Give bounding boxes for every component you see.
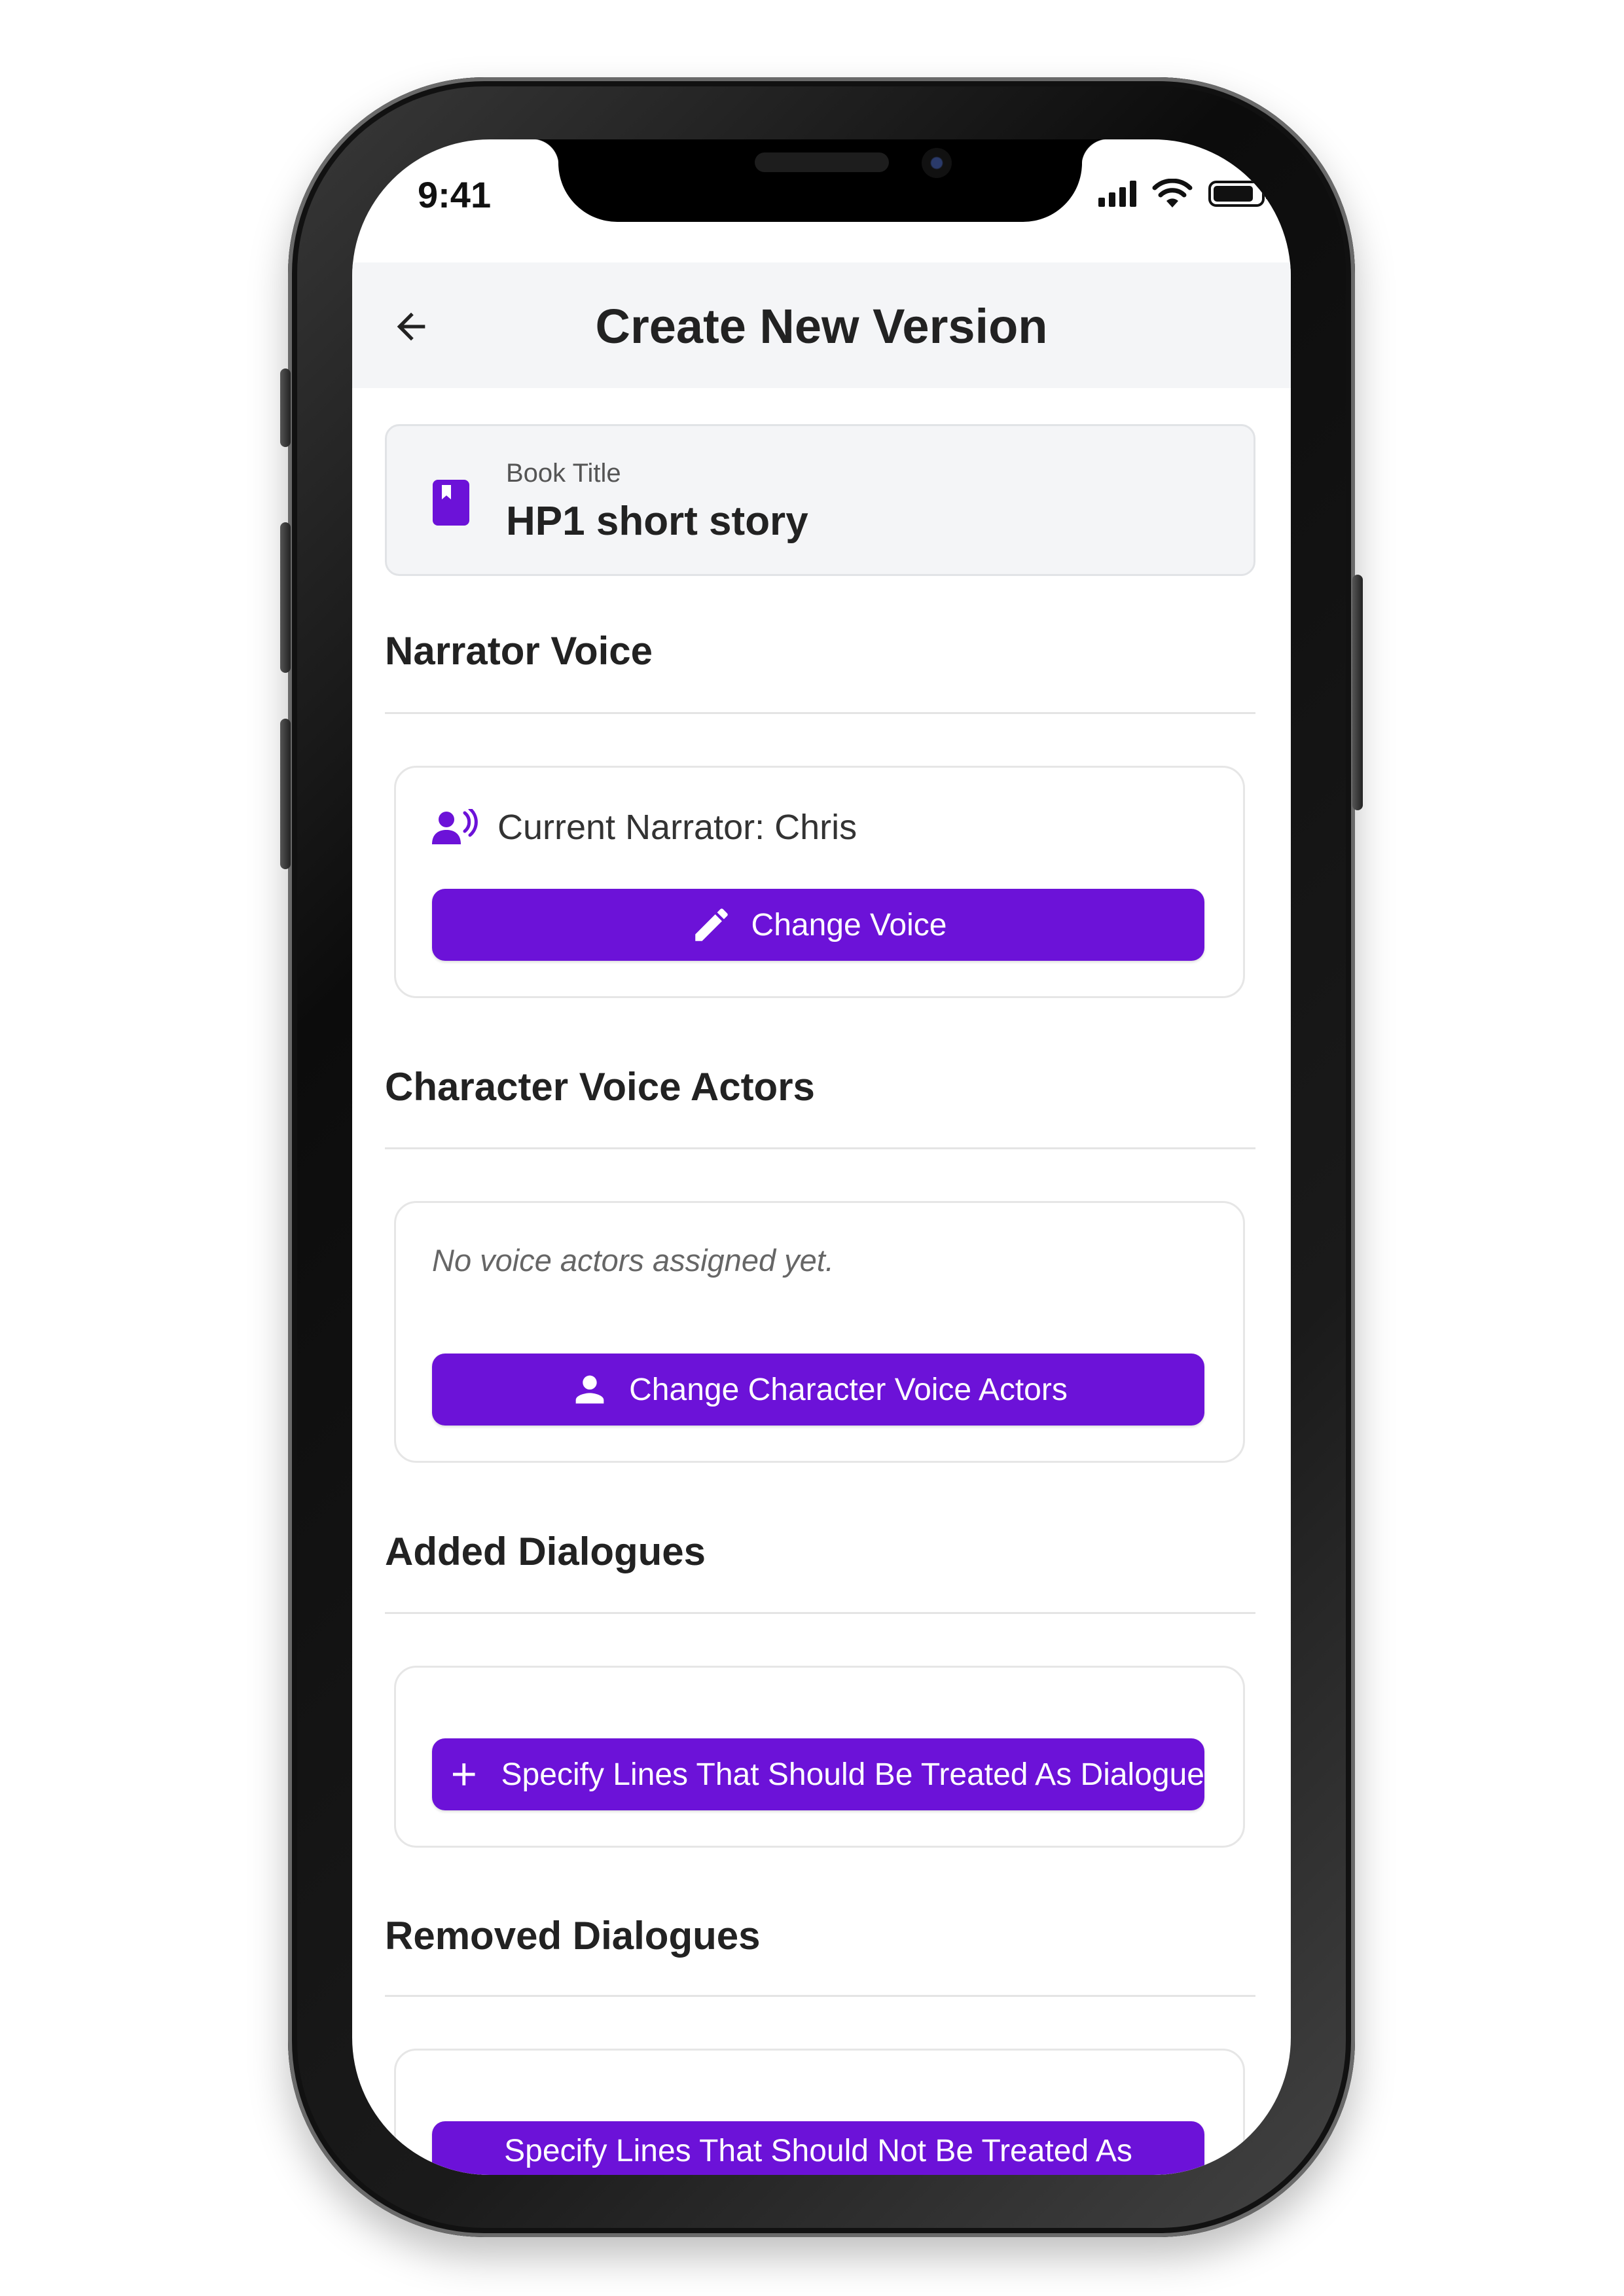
added-dialogues-section-title: Added Dialogues (385, 1530, 706, 1573)
wifi-icon (1152, 179, 1193, 207)
mute-switch (280, 368, 291, 447)
power-button (1352, 575, 1363, 810)
pencil-icon (695, 908, 728, 941)
speaker-grille (755, 152, 889, 172)
current-narrator-text: Current Narrator: Chris (497, 808, 857, 847)
plus-icon (452, 1763, 475, 1785)
app-header: Create New Version (352, 262, 1291, 388)
battery-icon (1208, 181, 1270, 207)
characters-card: No voice actors assigned yet. Change Cha… (394, 1201, 1245, 1463)
added-dialogues-card: Specify Lines That Should Be Treated As … (394, 1666, 1245, 1848)
current-narrator: Current Narrator: Chris (432, 807, 857, 848)
divider (385, 1612, 1255, 1614)
signal-icon (1098, 181, 1136, 207)
change-voice-button[interactable]: Change Voice (432, 889, 1204, 961)
change-character-voice-actors-button[interactable]: Change Character Voice Actors (432, 1354, 1204, 1426)
specify-non-dialogue-lines-button[interactable]: Specify Lines That Should Not Be Treated… (432, 2121, 1204, 2175)
removed-dialogues-section-title: Removed Dialogues (385, 1914, 761, 1958)
removed-dialogues-card: Specify Lines That Should Not Be Treated… (394, 2049, 1245, 2175)
status-icons (1098, 179, 1270, 209)
notch (532, 139, 1108, 222)
no-voice-actors-text: No voice actors assigned yet. (432, 1243, 834, 1278)
status-time: 9:41 (418, 174, 492, 215)
narrator-section-title: Narrator Voice (385, 629, 653, 673)
characters-section-title: Character Voice Actors (385, 1065, 815, 1109)
change-voice-label: Change Voice (751, 907, 947, 942)
specify-non-dialogue-lines-label: Specify Lines That Should Not Be Treated… (504, 2134, 1132, 2168)
book-title-label: Book Title (506, 459, 621, 488)
specify-dialogue-lines-label: Specify Lines That Should Be Treated As … (501, 1757, 1204, 1792)
front-camera (922, 148, 952, 178)
person-icon (575, 1375, 604, 1404)
divider (385, 712, 1255, 714)
divider (385, 1995, 1255, 1997)
narrator-card: Current Narrator: Chris Change Voice (394, 766, 1245, 998)
book-icon (433, 480, 469, 526)
book-title-field: Book Title HP1 short story (385, 424, 1255, 576)
phone-screen: 9:41 Create New Version Book Title HP1 s… (352, 139, 1291, 2175)
page-title: Create New Version (595, 299, 1048, 353)
phone-frame: 9:41 Create New Version Book Title HP1 s… (280, 77, 1363, 2237)
divider (385, 1147, 1255, 1149)
book-title-value: HP1 short story (506, 499, 808, 544)
volume-up-button (280, 522, 291, 673)
volume-down-button (280, 719, 291, 869)
specify-dialogue-lines-button[interactable]: Specify Lines That Should Be Treated As … (432, 1738, 1204, 1810)
change-character-voice-actors-label: Change Character Voice Actors (629, 1372, 1068, 1407)
narrator-voice-icon (432, 809, 478, 844)
